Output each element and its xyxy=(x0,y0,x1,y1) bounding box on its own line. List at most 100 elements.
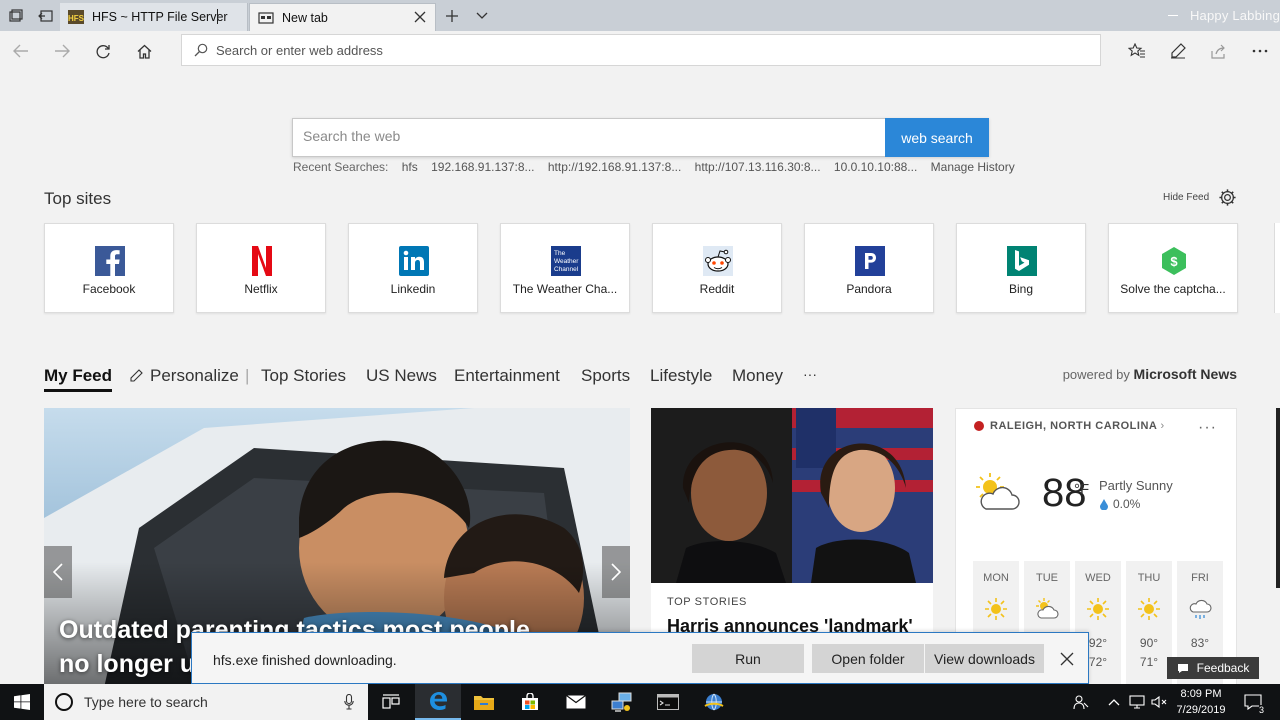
top-site-linkedin[interactable]: Linkedin xyxy=(348,223,478,313)
tab-entertainment[interactable]: Entertainment xyxy=(454,366,560,386)
chevron-down-icon xyxy=(476,12,488,19)
hide-feed-link[interactable]: Hide Feed xyxy=(1163,192,1209,203)
new-tab-button[interactable] xyxy=(442,6,462,26)
weather-location[interactable]: RALEIGH, NORTH CAROLINA › xyxy=(990,420,1165,432)
home-button[interactable] xyxy=(133,40,155,62)
tab-personalize[interactable]: Personalize xyxy=(150,366,239,386)
user-watermark: Happy Labbing xyxy=(1189,8,1280,23)
download-message: hfs.exe finished downloading. xyxy=(213,652,397,668)
recent-search-item[interactable]: http://107.13.116.30:8... xyxy=(695,160,821,174)
search-icon xyxy=(194,43,208,57)
taskbar-store[interactable] xyxy=(507,684,553,720)
tab-title: HFS ~ HTTP File Server xyxy=(92,10,228,24)
settings-more-button[interactable] xyxy=(1249,40,1271,62)
favorites-button[interactable] xyxy=(1126,40,1148,62)
tab-manager-button[interactable] xyxy=(6,6,26,26)
carousel-next-button[interactable] xyxy=(602,546,630,598)
weather-channel-icon: TheWeatherChannel xyxy=(551,246,581,276)
svg-text:$: $ xyxy=(1170,254,1178,269)
tab-hfs[interactable]: HFS HFS ~ HTTP File Server xyxy=(60,3,248,31)
tab-top-stories[interactable]: Top Stories xyxy=(261,366,346,386)
task-view-button[interactable] xyxy=(368,684,414,720)
tab-preview-button[interactable] xyxy=(472,6,492,26)
carousel-prev-button[interactable] xyxy=(44,546,72,598)
plus-icon xyxy=(446,10,458,22)
tab-sports[interactable]: Sports xyxy=(581,366,630,386)
top-site-captcha[interactable]: $ Solve the captcha... xyxy=(1108,223,1238,313)
open-folder-button[interactable]: Open folder xyxy=(812,644,924,673)
partly-sunny-icon xyxy=(976,473,1020,510)
forecast-low: 71° xyxy=(1139,655,1159,669)
taskbar-command-prompt[interactable] xyxy=(645,684,691,720)
recent-search-item[interactable]: http://192.168.91.137:8... xyxy=(548,160,681,174)
recent-search-item[interactable]: 10.0.10.10:88... xyxy=(834,160,917,174)
tab-us-news[interactable]: US News xyxy=(366,366,437,386)
network-status[interactable] xyxy=(1127,692,1147,712)
taskbar-search-input[interactable] xyxy=(84,694,324,710)
web-search-input[interactable] xyxy=(303,128,863,144)
weather-location-name: RALEIGH, NORTH CAROLINA xyxy=(990,420,1157,432)
taskbar-search-box[interactable] xyxy=(44,684,368,720)
web-search-button[interactable]: web search xyxy=(885,118,989,157)
system-clock[interactable]: 8:09 PM 7/29/2019 xyxy=(1166,686,1236,718)
logo-text-the: The xyxy=(554,250,566,257)
recent-search-item[interactable]: hfs xyxy=(402,160,418,174)
taskbar-mail[interactable] xyxy=(553,684,599,720)
folder-icon xyxy=(474,696,494,710)
more-tabs-button[interactable]: ··· xyxy=(803,366,817,382)
back-button[interactable] xyxy=(10,40,32,62)
top-site-facebook[interactable]: Facebook xyxy=(44,223,174,313)
top-site-bing[interactable]: Bing xyxy=(956,223,1086,313)
weather-unit[interactable]: °F xyxy=(1074,481,1089,498)
recent-search-item[interactable]: 192.168.91.137:8... xyxy=(431,160,534,174)
taskbar-network-app[interactable] xyxy=(599,684,645,720)
recent-searches-label: Recent Searches: xyxy=(293,160,389,174)
download-notification-bar: hfs.exe finished downloading. Run Open f… xyxy=(191,632,1089,684)
taskbar-edge[interactable] xyxy=(415,684,461,720)
add-notes-button[interactable] xyxy=(1167,40,1189,62)
feedback-label: Feedback xyxy=(1196,661,1250,675)
forecast-day[interactable]: THU 90° 71° xyxy=(1126,561,1172,687)
top-site-weather-channel[interactable]: The Weather Channel The Weather Cha... xyxy=(500,223,630,313)
forward-button[interactable] xyxy=(51,40,73,62)
share-button[interactable] xyxy=(1208,40,1230,62)
run-button[interactable]: Run xyxy=(692,644,804,673)
taskbar-file-explorer[interactable] xyxy=(461,684,507,720)
microphone-icon[interactable] xyxy=(344,694,354,710)
pencil-icon xyxy=(130,369,143,382)
sun-icon xyxy=(1087,598,1109,620)
pen-icon xyxy=(1171,43,1186,59)
feedback-button[interactable]: Feedback xyxy=(1167,657,1259,679)
gear-icon[interactable] xyxy=(1218,188,1237,207)
manage-history-link[interactable]: Manage History xyxy=(931,160,1015,174)
set-tabs-aside-button[interactable] xyxy=(35,6,55,26)
top-site-netflix[interactable]: Netflix xyxy=(196,223,326,313)
top-site-reddit[interactable]: Reddit xyxy=(652,223,782,313)
start-button[interactable] xyxy=(0,684,44,720)
weather-more-button[interactable]: ··· xyxy=(1198,419,1217,437)
sun-icon xyxy=(985,598,1007,620)
reddit-icon xyxy=(703,246,733,276)
address-input[interactable] xyxy=(216,42,916,58)
top-site-pandora[interactable]: Pandora xyxy=(804,223,934,313)
view-downloads-button[interactable]: View downloads xyxy=(925,644,1044,673)
close-tab-icon[interactable] xyxy=(413,10,427,24)
refresh-button[interactable] xyxy=(92,40,114,62)
netflix-icon xyxy=(252,246,272,276)
weather-precipitation: 0.0% xyxy=(1113,497,1141,511)
close-icon[interactable] xyxy=(1060,652,1074,666)
refresh-icon xyxy=(96,44,110,58)
show-hidden-icons-button[interactable] xyxy=(1104,692,1124,712)
minimize-button[interactable] xyxy=(1168,15,1178,16)
tabs-aside-icon xyxy=(9,9,23,22)
tab-my-feed[interactable]: My Feed xyxy=(44,366,113,392)
address-bar[interactable] xyxy=(181,34,1101,66)
tab-money[interactable]: Money xyxy=(732,366,783,386)
action-center-button[interactable]: 3 xyxy=(1241,692,1265,715)
site-label: Netflix xyxy=(244,282,278,296)
cortana-icon xyxy=(55,693,73,711)
tab-lifestyle[interactable]: Lifestyle xyxy=(650,366,712,386)
tab-new-tab[interactable]: New tab xyxy=(249,3,436,31)
people-button[interactable] xyxy=(1071,692,1091,712)
taskbar-hfs-app[interactable] xyxy=(691,684,737,720)
